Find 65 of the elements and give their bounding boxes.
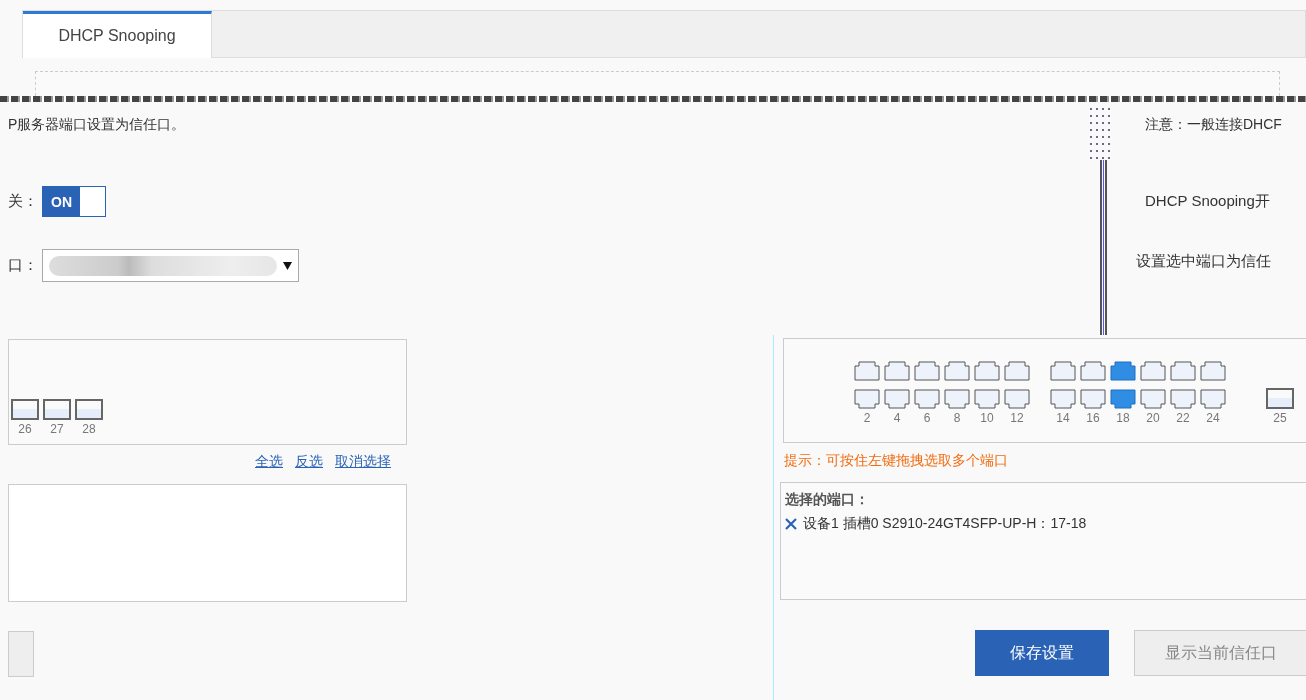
cut-off-button[interactable] xyxy=(8,631,34,677)
port-number: 18 xyxy=(1116,411,1130,425)
port-number: 8 xyxy=(953,411,961,425)
port-icon[interactable] xyxy=(1200,389,1226,409)
action-button[interactable]: 显示当前信任口 xyxy=(1134,630,1306,676)
port-number: 12 xyxy=(1010,411,1024,425)
text-area[interactable] xyxy=(8,484,407,602)
port-icon[interactable] xyxy=(854,361,880,381)
port-number: 26 xyxy=(18,422,32,436)
port-number: 2 xyxy=(863,411,871,425)
port-icon[interactable] xyxy=(1080,361,1106,381)
port-number: 27 xyxy=(50,422,64,436)
select-link[interactable]: 取消选择 xyxy=(335,453,391,471)
port-icon[interactable] xyxy=(884,389,910,409)
port-dropdown[interactable] xyxy=(42,249,299,282)
port-icon[interactable] xyxy=(1050,389,1076,409)
port-number: 28 xyxy=(82,422,96,436)
hint-text: 提示：可按住左键拖拽选取多个端口 xyxy=(784,452,1009,470)
remove-icon[interactable] xyxy=(785,518,797,530)
port-number: 4 xyxy=(893,411,901,425)
port-icon[interactable] xyxy=(974,389,1000,409)
port-number: 24 xyxy=(1206,411,1220,425)
action-button[interactable]: 保存设置 xyxy=(975,630,1109,676)
port-icon[interactable] xyxy=(1140,389,1166,409)
port-number: 25 xyxy=(1273,411,1287,425)
port-icon[interactable] xyxy=(1004,361,1030,381)
tab[interactable]: DHCP Snooping xyxy=(23,11,212,58)
port-icon[interactable] xyxy=(944,361,970,381)
port-icon[interactable] xyxy=(75,399,103,420)
select-label: 口： xyxy=(8,256,38,275)
port-icon[interactable] xyxy=(1170,361,1196,381)
note-text: P服务器端口设置为信任口。 xyxy=(8,116,187,134)
port-icon[interactable] xyxy=(1170,389,1196,409)
port-icon[interactable] xyxy=(1140,361,1166,381)
port-icon[interactable] xyxy=(1050,361,1076,381)
port-icon[interactable] xyxy=(1110,361,1136,381)
port-number: 6 xyxy=(923,411,931,425)
trust-label: 设置选中端口为信任 xyxy=(1136,252,1272,271)
port-icon[interactable] xyxy=(1110,389,1136,409)
port-icon[interactable] xyxy=(884,361,910,381)
selected-ports-title: 选择的端口： xyxy=(785,491,870,509)
caret-icon xyxy=(283,261,292,270)
port-icon[interactable] xyxy=(1080,389,1106,409)
port-icon[interactable] xyxy=(1200,361,1226,381)
select-link[interactable]: 反选 xyxy=(295,453,323,471)
note-text: 注意：一般连接DHCF xyxy=(1145,116,1283,134)
port-number: 10 xyxy=(980,411,994,425)
port-number: 16 xyxy=(1086,411,1100,425)
port-icon[interactable] xyxy=(974,361,1000,381)
port-number: 14 xyxy=(1056,411,1070,425)
switch-label: DHCP Snooping开 xyxy=(1145,192,1271,211)
port-number: 20 xyxy=(1146,411,1160,425)
port-icon[interactable] xyxy=(854,389,880,409)
switch-label: 关： xyxy=(8,192,38,211)
port-icon[interactable] xyxy=(1266,388,1294,409)
port-number: 22 xyxy=(1176,411,1190,425)
port-icon[interactable] xyxy=(11,399,39,420)
select-link[interactable]: 全选 xyxy=(255,453,283,471)
port-icon[interactable] xyxy=(944,389,970,409)
port-icon[interactable] xyxy=(1004,389,1030,409)
port-icon[interactable] xyxy=(914,361,940,381)
toggle-switch[interactable]: ON xyxy=(42,186,106,217)
port-icon[interactable] xyxy=(43,399,71,420)
selected-port-item: 设备1 插槽0 S2910-24GT4SFP-UP-H：17-18 xyxy=(803,515,1087,533)
port-icon[interactable] xyxy=(914,389,940,409)
